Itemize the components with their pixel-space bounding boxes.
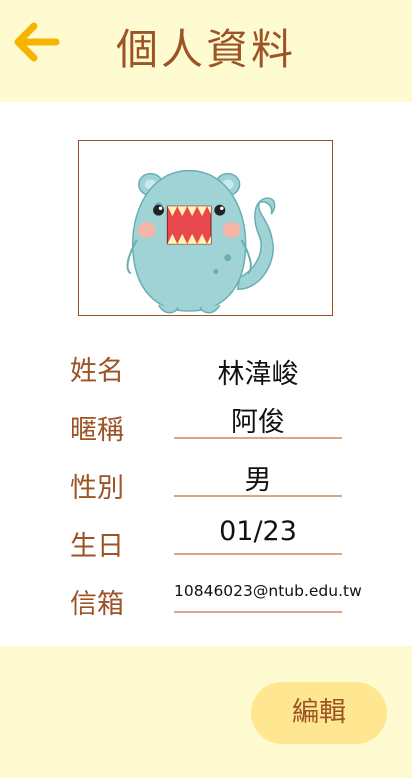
birthday-label: 生日: [70, 531, 124, 562]
gender-field[interactable]: 男: [174, 458, 342, 497]
edit-button[interactable]: 編輯: [251, 682, 387, 744]
name-label: 姓名: [70, 356, 124, 387]
gender-label: 性別: [70, 473, 124, 504]
gender-underline: [174, 495, 342, 497]
nickname-label: 暱稱: [70, 415, 124, 446]
monster-avatar-illustration: [126, 169, 276, 314]
footer: 編輯: [0, 646, 412, 778]
birthday-underline: [174, 553, 342, 555]
app-header: 個人資料: [0, 0, 412, 102]
email-label: 信箱: [70, 589, 124, 620]
name-value: 林湋峻: [217, 359, 299, 390]
nickname-underline: [174, 437, 342, 439]
profile-content: 姓名 林湋峻 暱稱 阿俊 性別 男 生日 01/23 信箱 10846023@n…: [0, 102, 412, 646]
page-title: 個人資料: [115, 25, 296, 74]
email-underline: [174, 611, 342, 613]
email-field[interactable]: 10846023@ntub.edu.tw: [174, 582, 362, 600]
avatar-frame: [78, 140, 333, 316]
birthday-field[interactable]: 01/23: [174, 516, 342, 547]
nickname-field[interactable]: 阿俊: [174, 400, 342, 439]
